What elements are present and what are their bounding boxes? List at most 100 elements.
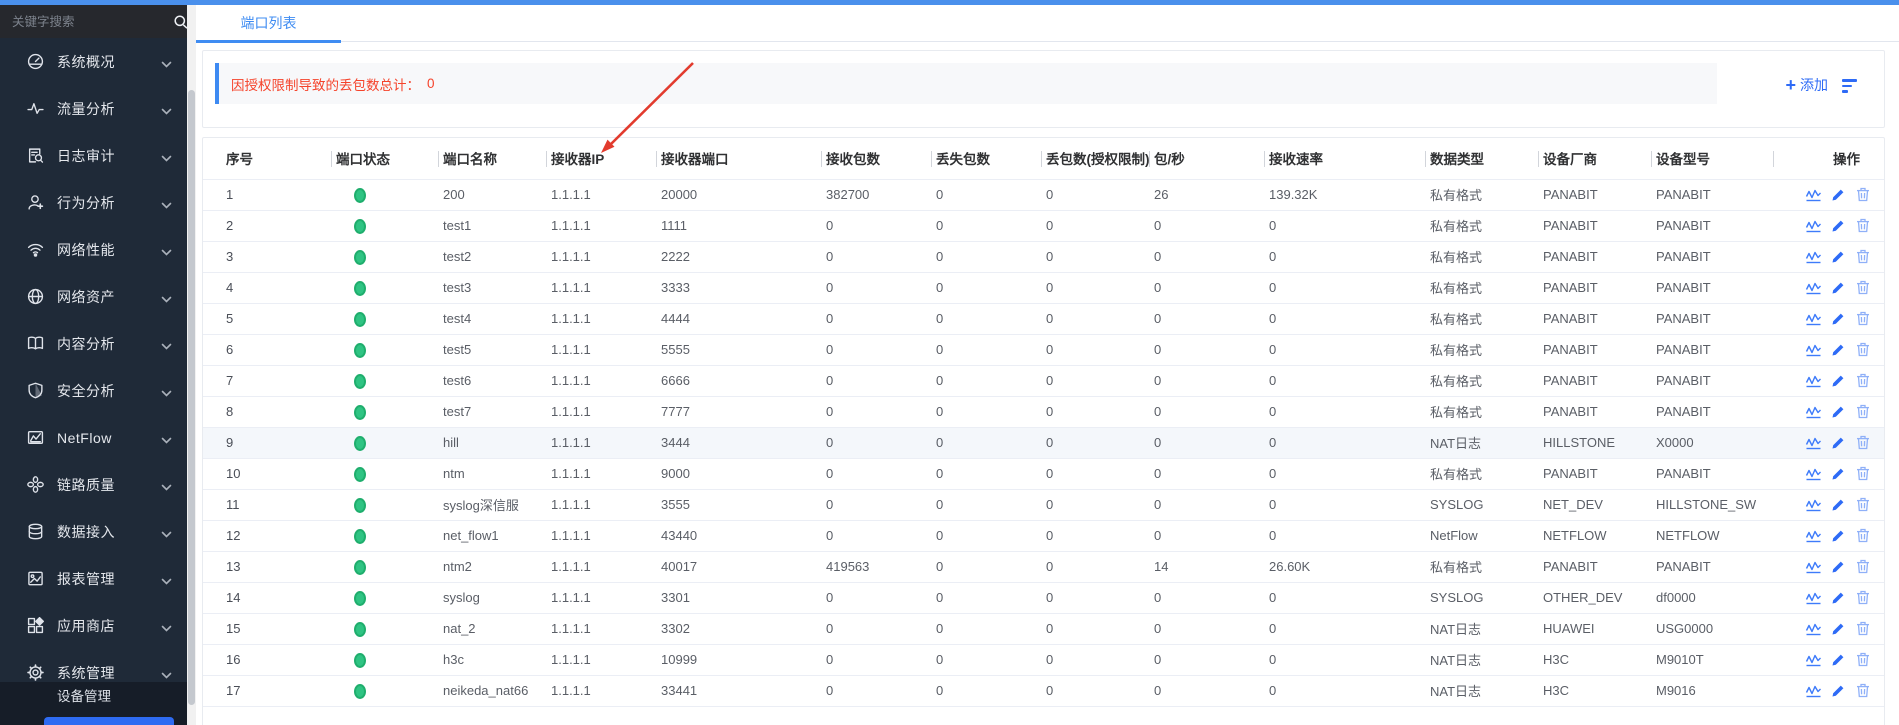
edit-action-icon[interactable] bbox=[1829, 621, 1846, 637]
sidebar-item-network-performance[interactable]: 网络性能 bbox=[0, 226, 187, 273]
edit-action-icon[interactable] bbox=[1829, 683, 1846, 699]
sidebar-item-behavior-analysis[interactable]: 行为分析 bbox=[0, 179, 187, 226]
delete-action-icon[interactable] bbox=[1853, 528, 1870, 544]
chart-action-icon[interactable] bbox=[1805, 404, 1822, 420]
received-cell: 0 bbox=[821, 210, 931, 241]
chart-action-icon[interactable] bbox=[1805, 249, 1822, 265]
chart-action-icon[interactable] bbox=[1805, 311, 1822, 327]
sidebar-item-traffic-analysis[interactable]: 流量分析 bbox=[0, 85, 187, 132]
chevron-down-icon bbox=[161, 150, 173, 162]
delete-action-icon[interactable] bbox=[1853, 559, 1870, 575]
delete-action-icon[interactable] bbox=[1853, 621, 1870, 637]
delete-action-icon[interactable] bbox=[1853, 342, 1870, 358]
edit-action-icon[interactable] bbox=[1829, 187, 1846, 203]
edit-action-icon[interactable] bbox=[1829, 435, 1846, 451]
edit-action-icon[interactable] bbox=[1829, 249, 1846, 265]
model-cell: PANABIT bbox=[1651, 551, 1773, 582]
sidebar-item-netflow[interactable]: NetFlow bbox=[0, 414, 187, 461]
sort-filter-icon[interactable] bbox=[1842, 79, 1858, 93]
ip-cell: 1.1.1.1 bbox=[546, 272, 656, 303]
sidebar-item-app-store[interactable]: 应用商店 bbox=[0, 602, 187, 649]
sidebar-subitem-selected[interactable] bbox=[44, 717, 174, 725]
ip-cell: 1.1.1.1 bbox=[546, 179, 656, 210]
sidebar-item-report-management[interactable]: 报表管理 bbox=[0, 555, 187, 602]
sidebar-item-link-quality[interactable]: 链路质量 bbox=[0, 461, 187, 508]
port-cell: 40017 bbox=[656, 551, 821, 582]
vendor-cell: PANABIT bbox=[1538, 458, 1651, 489]
delete-action-icon[interactable] bbox=[1853, 404, 1870, 420]
delete-action-icon[interactable] bbox=[1853, 249, 1870, 265]
edit-action-icon[interactable] bbox=[1829, 342, 1846, 358]
chart-action-icon[interactable] bbox=[1805, 342, 1822, 358]
sidebar-item-security-analysis[interactable]: 安全分析 bbox=[0, 367, 187, 414]
add-button[interactable]: + 添加 bbox=[1785, 75, 1828, 95]
sidebar-item-data-access[interactable]: 数据接入 bbox=[0, 508, 187, 555]
delete-action-icon[interactable] bbox=[1853, 683, 1870, 699]
rate-cell: 0 bbox=[1264, 644, 1425, 675]
chart-action-icon[interactable] bbox=[1805, 621, 1822, 637]
row-actions-cell bbox=[1773, 458, 1884, 489]
search-input[interactable] bbox=[12, 15, 173, 29]
delete-action-icon[interactable] bbox=[1853, 187, 1870, 203]
edit-action-icon[interactable] bbox=[1829, 311, 1846, 327]
table-row: 7test61.1.1.1666600000私有格式PANABITPANABIT bbox=[203, 365, 1884, 396]
type-cell: 私有格式 bbox=[1425, 365, 1538, 396]
sidebar-item-log-audit[interactable]: 日志审计 bbox=[0, 132, 187, 179]
sidebar-subitem-device-management[interactable]: 设备管理 bbox=[0, 682, 187, 712]
column-header: 接收速率 bbox=[1264, 138, 1425, 179]
edit-action-icon[interactable] bbox=[1829, 559, 1846, 575]
chart-action-icon[interactable] bbox=[1805, 218, 1822, 234]
pps-cell: 0 bbox=[1149, 644, 1264, 675]
delete-action-icon[interactable] bbox=[1853, 435, 1870, 451]
port-cell: 9000 bbox=[656, 458, 821, 489]
edit-action-icon[interactable] bbox=[1829, 528, 1846, 544]
delete-action-icon[interactable] bbox=[1853, 311, 1870, 327]
chart-action-icon[interactable] bbox=[1805, 652, 1822, 668]
delete-action-icon[interactable] bbox=[1853, 497, 1870, 513]
delete-action-icon[interactable] bbox=[1853, 590, 1870, 606]
delete-action-icon[interactable] bbox=[1853, 373, 1870, 389]
edit-action-icon[interactable] bbox=[1829, 466, 1846, 482]
edit-action-icon[interactable] bbox=[1829, 590, 1846, 606]
tab-port-list[interactable]: 端口列表 bbox=[196, 5, 341, 42]
status-online-dot bbox=[354, 684, 366, 699]
table-row: 14syslog1.1.1.1330100000SYSLOGOTHER_DEVd… bbox=[203, 582, 1884, 613]
type-cell: 私有格式 bbox=[1425, 334, 1538, 365]
ip-cell: 1.1.1.1 bbox=[546, 396, 656, 427]
edit-action-icon[interactable] bbox=[1829, 218, 1846, 234]
chart-action-icon[interactable] bbox=[1805, 559, 1822, 575]
chart-action-icon[interactable] bbox=[1805, 187, 1822, 203]
edit-action-icon[interactable] bbox=[1829, 497, 1846, 513]
behavior-analysis-icon bbox=[27, 194, 44, 211]
edit-action-icon[interactable] bbox=[1829, 280, 1846, 296]
delete-action-icon[interactable] bbox=[1853, 280, 1870, 296]
sidebar-item-content-analysis[interactable]: 内容分析 bbox=[0, 320, 187, 367]
delete-action-icon[interactable] bbox=[1853, 218, 1870, 234]
sidebar-item-label: 报表管理 bbox=[57, 569, 161, 589]
chevron-down-icon bbox=[161, 338, 173, 350]
chart-action-icon[interactable] bbox=[1805, 590, 1822, 606]
vendor-cell: PANABIT bbox=[1538, 303, 1651, 334]
chart-action-icon[interactable] bbox=[1805, 683, 1822, 699]
chart-action-icon[interactable] bbox=[1805, 435, 1822, 451]
port-status-cell bbox=[331, 458, 438, 489]
data-access-icon bbox=[27, 523, 44, 540]
chart-action-icon[interactable] bbox=[1805, 466, 1822, 482]
chart-action-icon[interactable] bbox=[1805, 373, 1822, 389]
edit-action-icon[interactable] bbox=[1829, 404, 1846, 420]
port-status-cell bbox=[331, 644, 438, 675]
chevron-down-icon bbox=[161, 526, 173, 538]
chart-action-icon[interactable] bbox=[1805, 497, 1822, 513]
sidebar-scrollbar-thumb[interactable] bbox=[188, 90, 195, 705]
delete-action-icon[interactable] bbox=[1853, 466, 1870, 482]
sidebar-item-dashboard[interactable]: 系统概况 bbox=[0, 38, 187, 85]
sidebar-item-network-assets[interactable]: 网络资产 bbox=[0, 273, 187, 320]
edit-action-icon[interactable] bbox=[1829, 373, 1846, 389]
delete-action-icon[interactable] bbox=[1853, 652, 1870, 668]
rate-cell: 0 bbox=[1264, 334, 1425, 365]
chart-action-icon[interactable] bbox=[1805, 528, 1822, 544]
vendor-cell: HILLSTONE bbox=[1538, 427, 1651, 458]
edit-action-icon[interactable] bbox=[1829, 652, 1846, 668]
chart-action-icon[interactable] bbox=[1805, 280, 1822, 296]
status-online-dot bbox=[354, 405, 366, 420]
